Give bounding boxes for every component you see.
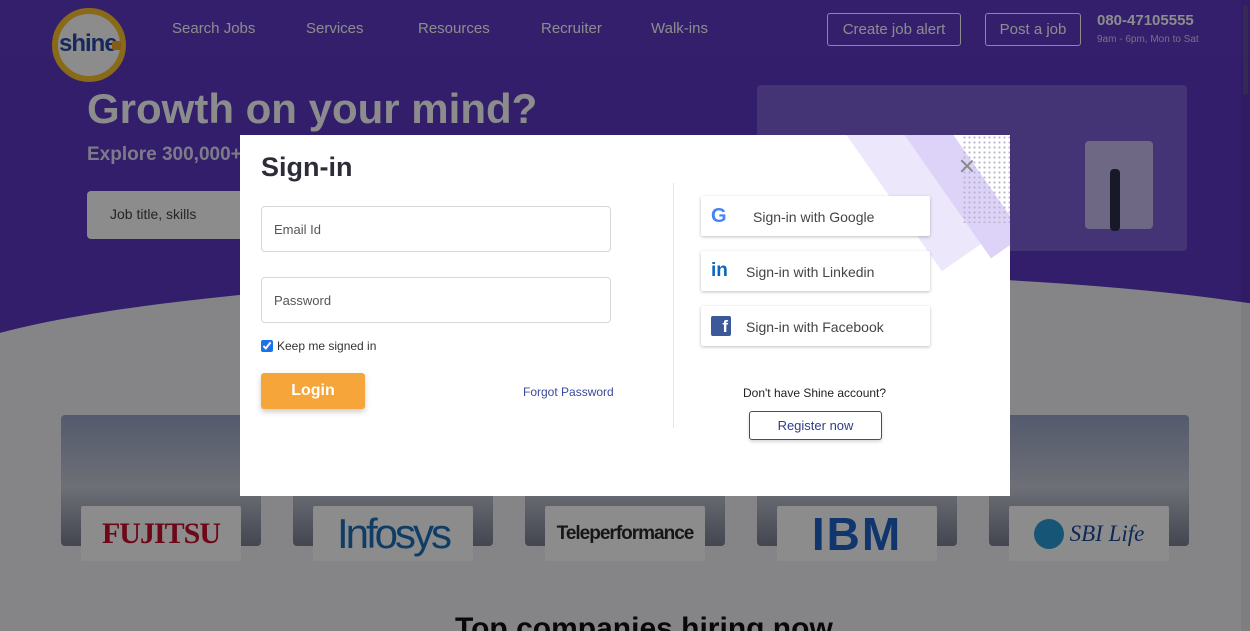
forgot-password-link[interactable]: Forgot Password: [523, 385, 614, 399]
scrollbar-thumb[interactable]: [1243, 5, 1248, 95]
linkedin-icon: in: [711, 260, 728, 281]
facebook-signin-button[interactable]: f Sign-in with Facebook: [701, 306, 930, 346]
keep-signed-in-label: Keep me signed in: [277, 339, 377, 353]
facebook-signin-label: Sign-in with Facebook: [746, 319, 884, 335]
login-button[interactable]: Login: [261, 373, 365, 409]
linkedin-signin-label: Sign-in with Linkedin: [746, 264, 875, 280]
signin-modal: Sign-in Keep me signed in Login Forgot P…: [240, 135, 1010, 496]
keep-signed-in-checkbox[interactable]: [261, 340, 273, 352]
signin-title: Sign-in: [261, 152, 353, 182]
vertical-divider: [673, 183, 674, 428]
linkedin-signin-button[interactable]: in Sign-in with Linkedin: [701, 251, 930, 291]
google-icon: G: [711, 205, 727, 227]
email-field[interactable]: [261, 206, 611, 252]
keep-signed-in[interactable]: Keep me signed in: [261, 339, 376, 353]
no-account-text: Don't have Shine account?: [743, 386, 887, 400]
facebook-icon: f: [711, 316, 731, 336]
register-now-button[interactable]: Register now: [749, 411, 882, 440]
close-icon[interactable]: [958, 157, 976, 175]
password-field[interactable]: [261, 277, 611, 323]
google-signin-button[interactable]: G Sign-in with Google: [701, 196, 930, 236]
page-scrollbar[interactable]: [1241, 0, 1250, 631]
google-signin-label: Sign-in with Google: [753, 209, 875, 225]
decor-dots: [962, 135, 1010, 223]
